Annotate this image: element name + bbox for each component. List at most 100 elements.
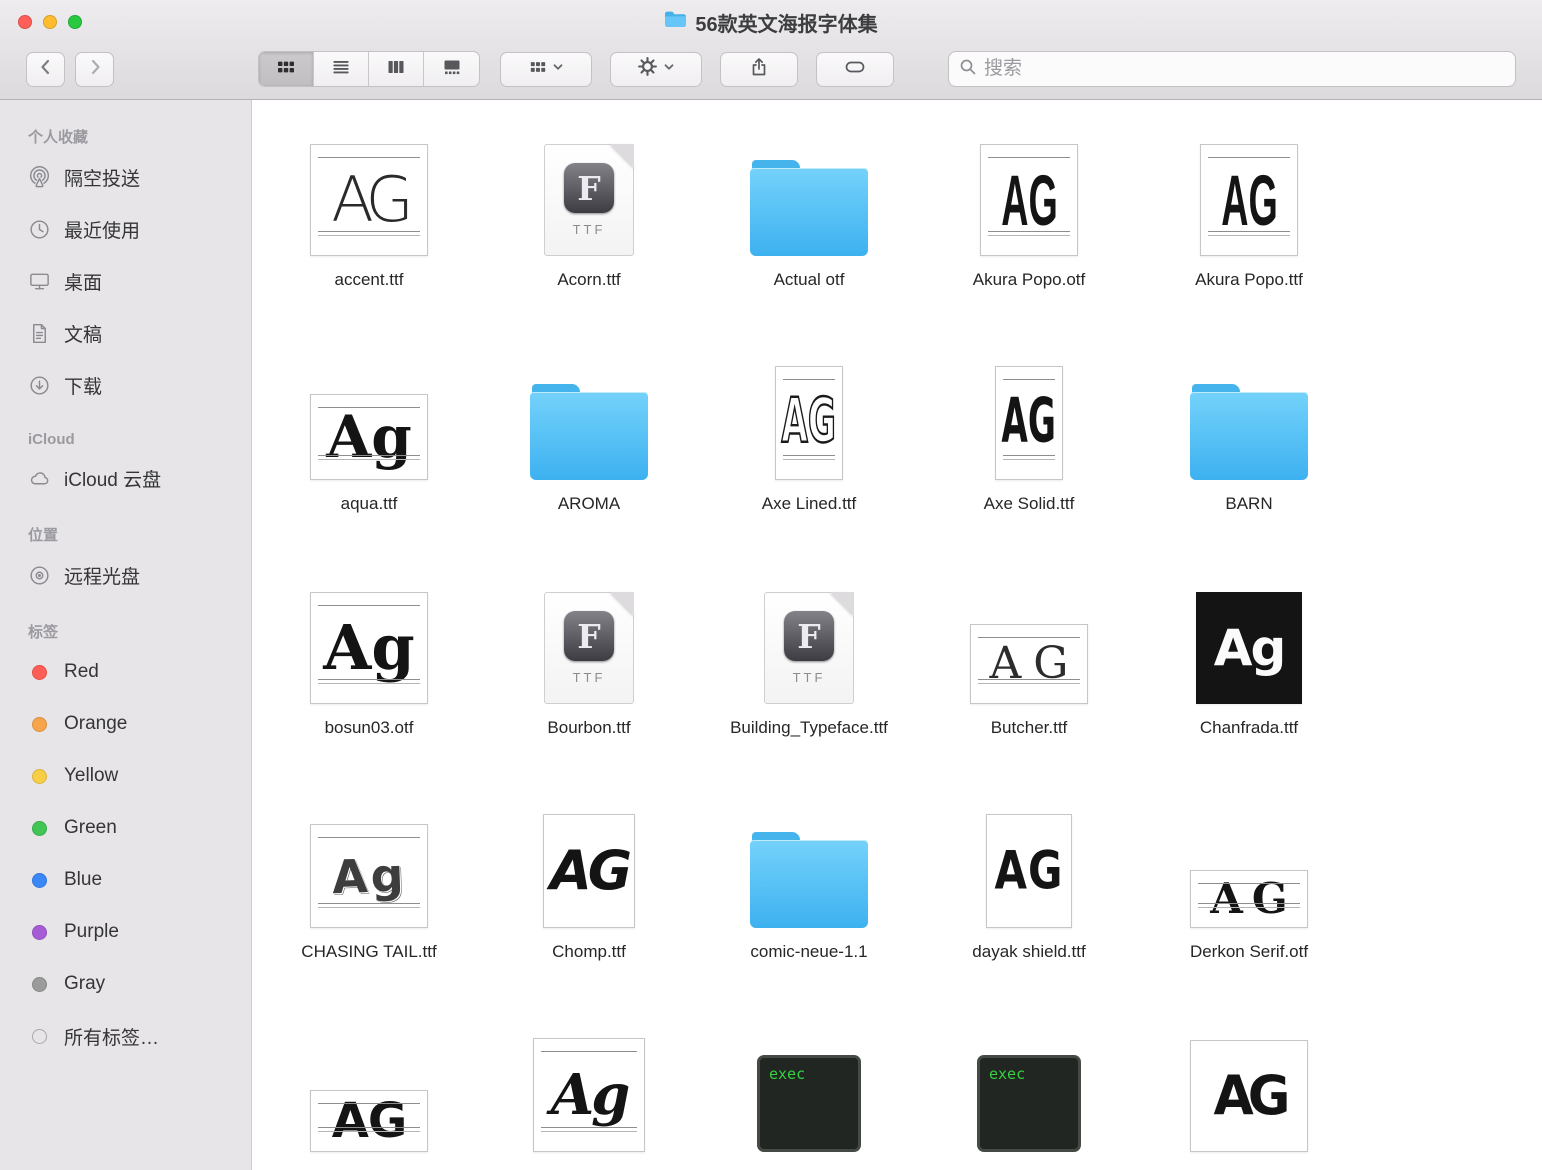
sidebar-item-label: 桌面 [64, 268, 102, 295]
file-item[interactable]: BARN [1139, 340, 1359, 564]
tag-color-dot [32, 665, 47, 680]
sidebar-item-documents[interactable]: 文稿 [0, 307, 251, 359]
gallery-view-button[interactable] [424, 52, 479, 86]
share-button[interactable] [720, 52, 798, 87]
file-item[interactable]: AROMA [479, 340, 699, 564]
file-item[interactable]: exec [919, 1012, 1139, 1170]
sidebar-tag-yellow[interactable]: Yellow [0, 750, 251, 802]
file-name: Actual otf [774, 269, 845, 291]
file-item[interactable]: AG Butcher.ttf [919, 564, 1139, 788]
font-preview-icon: AG [310, 144, 428, 256]
sidebar-tag-red[interactable]: Red [0, 646, 251, 698]
view-mode-control [258, 51, 480, 87]
forward-button[interactable] [75, 52, 114, 87]
sidebar-item-label: 隔空投送 [64, 164, 140, 191]
file-name: aqua.ttf [341, 493, 398, 515]
font-preview-icon: AG [980, 144, 1078, 256]
font-preview-icon: Ag [310, 824, 428, 928]
file-name: Butcher.ttf [991, 717, 1068, 739]
font-preview-icon: AG [995, 366, 1063, 480]
sidebar: 个人收藏 隔空投送 最近使用 桌面 文稿 下载 iCloud iCloud 云盘… [0, 100, 252, 1170]
sidebar-item-desktop[interactable]: 桌面 [0, 255, 251, 307]
chevron-down-icon [552, 60, 564, 78]
file-item[interactable]: AGaccent.ttf [259, 116, 479, 340]
file-item[interactable]: AgCHASING TAIL.ttf [259, 788, 479, 1012]
sidebar-item-airdrop[interactable]: 隔空投送 [0, 151, 251, 203]
file-item[interactable]: FTTFBourbon.ttf [479, 564, 699, 788]
file-item[interactable]: AGDerkon Serif.otf [1139, 788, 1359, 1012]
clock-icon [28, 218, 51, 241]
tag-color-dot [32, 977, 47, 992]
sidebar-item-remote-disc[interactable]: 远程光盘 [0, 549, 251, 601]
file-name: bosun03.otf [325, 717, 414, 739]
file-item[interactable]: AG Akura Popo.ttf [1139, 116, 1359, 340]
title-bar[interactable]: 56款英文海报字体集 [0, 0, 1542, 44]
file-item[interactable]: FTTFAcorn.ttf [479, 116, 699, 340]
airdrop-icon [28, 166, 51, 189]
tag-color-dot [32, 769, 47, 784]
group-by-dropdown[interactable] [500, 52, 592, 87]
file-item[interactable]: AGdayak shield.ttf [919, 788, 1139, 1012]
font-preview-icon: AG [1200, 144, 1298, 256]
sidebar-item-downloads[interactable]: 下载 [0, 359, 251, 411]
sidebar-item-label: Purple [64, 921, 119, 943]
sidebar-tag-orange[interactable]: Orange [0, 698, 251, 750]
ttf-file-icon: FTTF [544, 592, 634, 704]
file-item[interactable]: AG [1139, 1012, 1359, 1170]
back-icon [36, 57, 56, 82]
nav-buttons [26, 52, 114, 87]
action-dropdown[interactable] [610, 52, 702, 87]
file-name: AROMA [558, 493, 620, 515]
group-icon [529, 58, 547, 81]
search-input[interactable] [984, 58, 1505, 80]
file-name: Akura Popo.ttf [1195, 269, 1303, 291]
sidebar-tag-purple[interactable]: Purple [0, 906, 251, 958]
folder-icon [750, 160, 868, 256]
sidebar-item-label: 远程光盘 [64, 562, 140, 589]
sidebar-tag-blue[interactable]: Blue [0, 854, 251, 906]
tag-button[interactable] [816, 52, 894, 87]
file-browser-content[interactable]: AGaccent.ttfFTTFAcorn.ttfActual otfAGAku… [252, 100, 1542, 1170]
column-view-button[interactable] [369, 52, 424, 86]
file-item[interactable]: AG [259, 1012, 479, 1170]
file-name: BARN [1225, 493, 1272, 515]
file-item[interactable]: FTTFBuilding_Typeface.ttf [699, 564, 919, 788]
icon-view-button[interactable] [259, 52, 314, 86]
font-preview-icon: AG [970, 624, 1088, 704]
sidebar-tag-green[interactable]: Green [0, 802, 251, 854]
sidebar-item-recents[interactable]: 最近使用 [0, 203, 251, 255]
share-icon [749, 57, 769, 82]
font-preview-icon: Ag [310, 592, 428, 704]
sidebar-tag-gray[interactable]: Gray [0, 958, 251, 1010]
exec-file-icon: exec [977, 1055, 1081, 1152]
file-item[interactable]: AgChanfrada.ttf [1139, 564, 1359, 788]
sidebar-section-favorites: 个人收藏 [28, 126, 251, 147]
file-item[interactable]: Ag bosun03.otf [259, 564, 479, 788]
forward-icon [85, 57, 105, 82]
file-item[interactable]: Ag [479, 1012, 699, 1170]
file-name: Derkon Serif.otf [1190, 941, 1308, 963]
sidebar-item-label: 下载 [64, 372, 102, 399]
file-item[interactable]: comic-neue-1.1 [699, 788, 919, 1012]
list-view-button[interactable] [314, 52, 369, 86]
sidebar-item-icloud-drive[interactable]: iCloud 云盘 [0, 452, 251, 504]
folder-icon [530, 384, 648, 480]
window-title-text: 56款英文海报字体集 [695, 8, 877, 37]
file-item[interactable]: Agaqua.ttf [259, 340, 479, 564]
window-header: 56款英文海报字体集 [0, 0, 1542, 100]
search-field[interactable] [948, 51, 1516, 87]
file-item[interactable]: exec [699, 1012, 919, 1170]
sidebar-tag-all[interactable]: 所有标签… [0, 1010, 251, 1062]
window-title: 56款英文海报字体集 [0, 0, 1542, 44]
file-item[interactable]: Actual otf [699, 116, 919, 340]
back-button[interactable] [26, 52, 65, 87]
file-item[interactable]: AGAkura Popo.otf [919, 116, 1139, 340]
file-item[interactable]: AGAxe Lined.ttf [699, 340, 919, 564]
file-item[interactable]: AGAxe Solid.ttf [919, 340, 1139, 564]
file-item[interactable]: AGChomp.ttf [479, 788, 699, 1012]
tag-color-dot [32, 821, 47, 836]
tag-color-dot [32, 717, 47, 732]
folder-icon [664, 10, 687, 34]
file-name: dayak shield.ttf [972, 941, 1085, 963]
sidebar-item-label: Green [64, 817, 117, 839]
